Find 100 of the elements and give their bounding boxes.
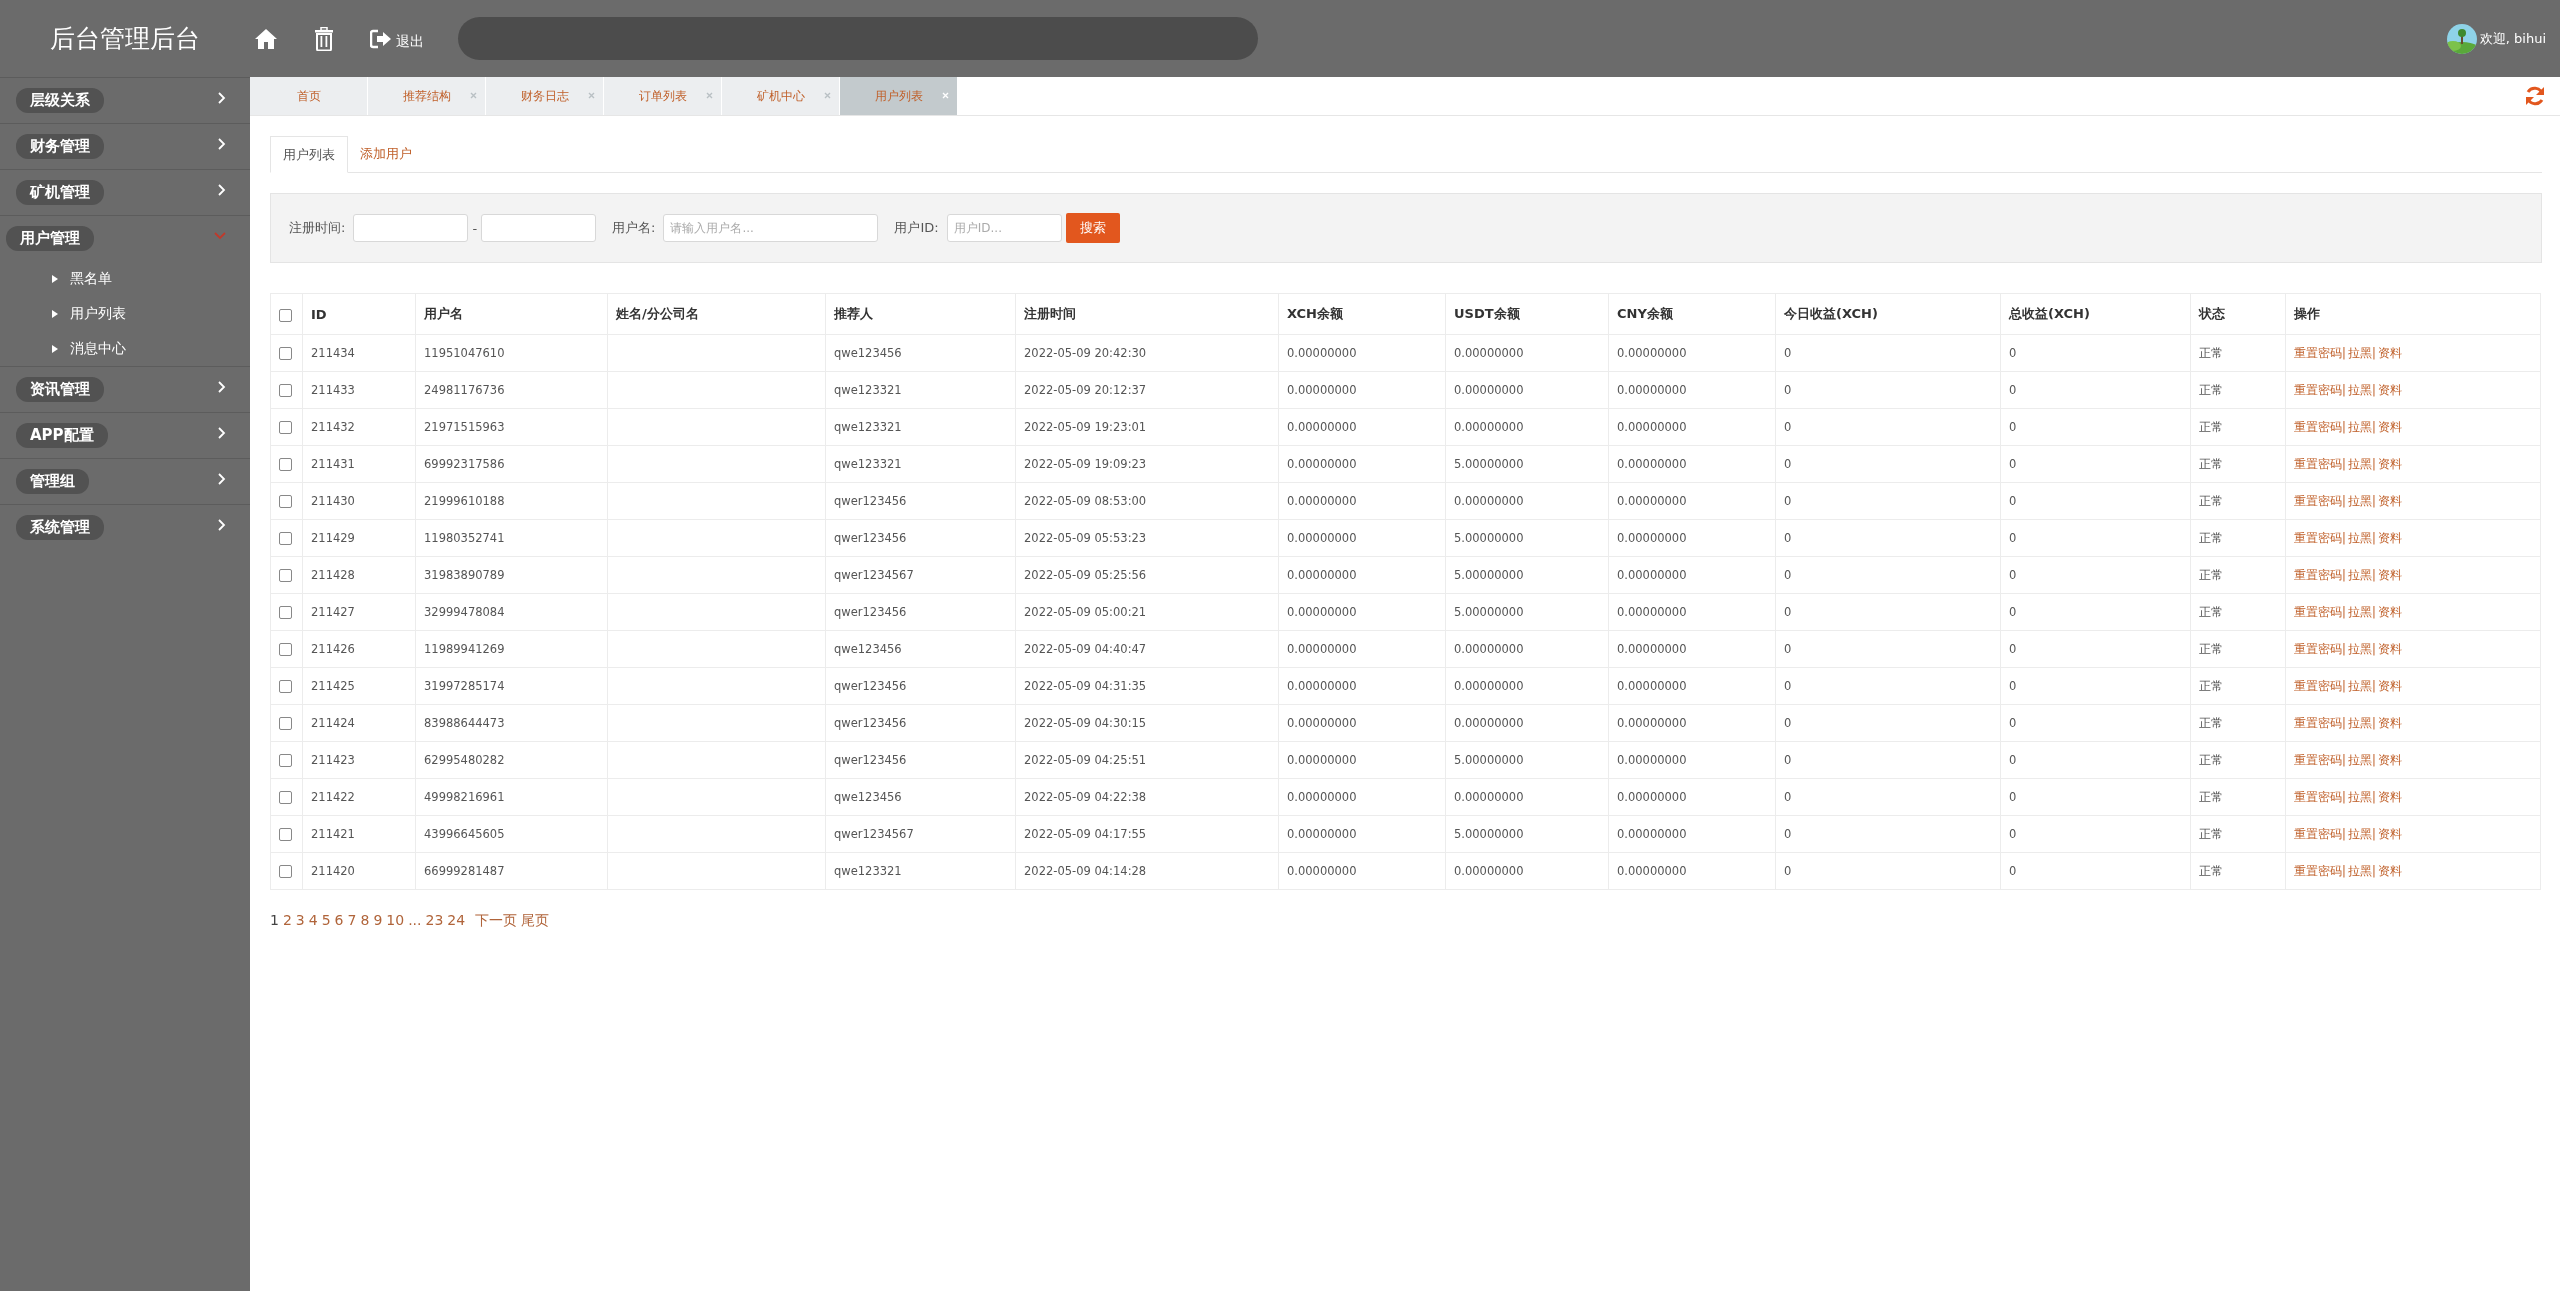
tab[interactable]: 添加用户 bbox=[348, 136, 424, 172]
action-link[interactable]: 拉黑| bbox=[2347, 715, 2376, 730]
action-link[interactable]: 资料 bbox=[2377, 382, 2402, 397]
action-link[interactable]: 拉黑| bbox=[2347, 789, 2376, 804]
action-link[interactable]: 资料 bbox=[2377, 493, 2402, 508]
user-id-field[interactable]: 用户ID... bbox=[946, 214, 1062, 242]
checkbox[interactable] bbox=[279, 828, 292, 841]
action-link[interactable]: 重置密码| bbox=[2294, 641, 2346, 656]
action-link[interactable]: 拉黑| bbox=[2347, 752, 2376, 767]
next-page-link[interactable]: 下一页 bbox=[475, 912, 518, 930]
action-link[interactable]: 资料 bbox=[2377, 419, 2402, 434]
page-tab[interactable]: 订单列表 bbox=[604, 77, 722, 115]
action-link[interactable]: 重置密码| bbox=[2294, 567, 2346, 582]
sidebar-item[interactable]: 层级关系 bbox=[0, 77, 250, 123]
date-field[interactable] bbox=[481, 214, 597, 242]
checkbox[interactable] bbox=[279, 643, 292, 656]
action-link[interactable]: 重置密码| bbox=[2294, 752, 2346, 767]
sidebar-subitem[interactable]: 消息中心 bbox=[0, 331, 250, 366]
page-tab[interactable]: 首页 bbox=[250, 77, 368, 115]
action-link[interactable]: 拉黑| bbox=[2347, 678, 2376, 693]
page-link[interactable]: 8 bbox=[360, 912, 370, 930]
action-link[interactable]: 资料 bbox=[2377, 456, 2402, 471]
search-field[interactable] bbox=[458, 17, 1258, 60]
page-link[interactable]: 4 bbox=[308, 912, 318, 930]
checkbox[interactable] bbox=[279, 791, 292, 804]
page-link[interactable]: 6 bbox=[334, 912, 344, 930]
page-link[interactable]: 24 bbox=[447, 912, 466, 930]
page-link[interactable]: 1 bbox=[270, 912, 279, 930]
action-link[interactable]: 资料 bbox=[2377, 826, 2402, 841]
action-link[interactable]: 重置密码| bbox=[2294, 715, 2346, 730]
page-link[interactable]: 5 bbox=[321, 912, 331, 930]
sidebar-item[interactable]: 管理组 bbox=[0, 458, 250, 504]
action-link[interactable]: 重置密码| bbox=[2294, 604, 2346, 619]
logout-button[interactable]: 退出 bbox=[366, 22, 428, 55]
page-tab[interactable]: 用户列表 bbox=[840, 77, 958, 115]
action-link[interactable]: 拉黑| bbox=[2347, 493, 2376, 508]
checkbox[interactable] bbox=[279, 717, 292, 730]
sidebar-item[interactable]: 系统管理 bbox=[0, 504, 250, 550]
action-link[interactable]: 资料 bbox=[2377, 604, 2402, 619]
checkbox[interactable] bbox=[279, 421, 292, 434]
sidebar-item[interactable]: 矿机管理 bbox=[0, 169, 250, 215]
checkbox[interactable] bbox=[279, 308, 292, 322]
action-link[interactable]: 资料 bbox=[2377, 345, 2402, 360]
action-link[interactable]: 重置密码| bbox=[2294, 678, 2346, 693]
action-link[interactable]: 拉黑| bbox=[2347, 345, 2376, 360]
action-link[interactable]: 资料 bbox=[2377, 752, 2402, 767]
action-link[interactable]: 重置密码| bbox=[2294, 863, 2346, 878]
page-link[interactable]: 3 bbox=[295, 912, 305, 930]
page-link[interactable]: 10 bbox=[386, 912, 405, 930]
checkbox[interactable] bbox=[279, 569, 292, 582]
last-page-link[interactable]: 尾页 bbox=[521, 912, 550, 930]
page-tab[interactable]: 推荐结构 bbox=[368, 77, 486, 115]
action-link[interactable]: 拉黑| bbox=[2347, 419, 2376, 434]
action-link[interactable]: 拉黑| bbox=[2347, 863, 2376, 878]
action-link[interactable]: 重置密码| bbox=[2294, 826, 2346, 841]
date-field[interactable] bbox=[353, 214, 469, 242]
action-link[interactable]: 资料 bbox=[2377, 863, 2402, 878]
action-link[interactable]: 拉黑| bbox=[2347, 826, 2376, 841]
action-link[interactable]: 重置密码| bbox=[2294, 456, 2346, 471]
action-link[interactable]: 拉黑| bbox=[2347, 567, 2376, 582]
action-link[interactable]: 拉黑| bbox=[2347, 382, 2376, 397]
checkbox[interactable] bbox=[279, 532, 292, 545]
page-link[interactable]: 23 bbox=[425, 912, 444, 930]
page-link[interactable]: 9 bbox=[373, 912, 383, 930]
checkbox[interactable] bbox=[279, 347, 292, 360]
action-link[interactable]: 拉黑| bbox=[2347, 530, 2376, 545]
action-link[interactable]: 资料 bbox=[2377, 530, 2402, 545]
action-link[interactable]: 重置密码| bbox=[2294, 345, 2346, 360]
action-link[interactable]: 重置密码| bbox=[2294, 382, 2346, 397]
checkbox[interactable] bbox=[279, 495, 292, 508]
action-link[interactable]: 拉黑| bbox=[2347, 456, 2376, 471]
action-link[interactable]: 重置密码| bbox=[2294, 789, 2346, 804]
action-link[interactable]: 拉黑| bbox=[2347, 604, 2376, 619]
action-link[interactable]: 重置密码| bbox=[2294, 493, 2346, 508]
action-link[interactable]: 资料 bbox=[2377, 567, 2402, 582]
search-button[interactable]: 搜索 bbox=[1065, 213, 1120, 243]
refresh-icon[interactable] bbox=[2524, 85, 2546, 107]
action-link[interactable]: 资料 bbox=[2377, 789, 2402, 804]
username-field[interactable]: 请输入用户名... bbox=[663, 214, 879, 242]
checkbox[interactable] bbox=[279, 384, 292, 397]
sidebar-item[interactable]: 资讯管理 bbox=[0, 366, 250, 412]
checkbox[interactable] bbox=[279, 458, 292, 471]
sidebar-item[interactable]: 财务管理 bbox=[0, 123, 250, 169]
page-link[interactable]: 2 bbox=[282, 912, 292, 930]
page-tab[interactable]: 矿机中心 bbox=[722, 77, 840, 115]
action-link[interactable]: 资料 bbox=[2377, 641, 2402, 656]
action-link[interactable]: 资料 bbox=[2377, 678, 2402, 693]
action-link[interactable]: 资料 bbox=[2377, 715, 2402, 730]
checkbox[interactable] bbox=[279, 754, 292, 767]
checkbox[interactable] bbox=[279, 606, 292, 619]
sidebar-subitem[interactable]: 用户列表 bbox=[0, 296, 250, 331]
sidebar-item[interactable]: 用户管理 bbox=[0, 215, 250, 261]
checkbox[interactable] bbox=[279, 680, 292, 693]
sidebar-subitem[interactable]: 黑名单 bbox=[0, 261, 250, 296]
page-link[interactable]: 7 bbox=[347, 912, 357, 930]
action-link[interactable]: 重置密码| bbox=[2294, 530, 2346, 545]
action-link[interactable]: 重置密码| bbox=[2294, 419, 2346, 434]
sidebar-item[interactable]: APP配置 bbox=[0, 412, 250, 458]
page-link[interactable]: ... bbox=[408, 912, 422, 930]
checkbox[interactable] bbox=[279, 865, 292, 878]
